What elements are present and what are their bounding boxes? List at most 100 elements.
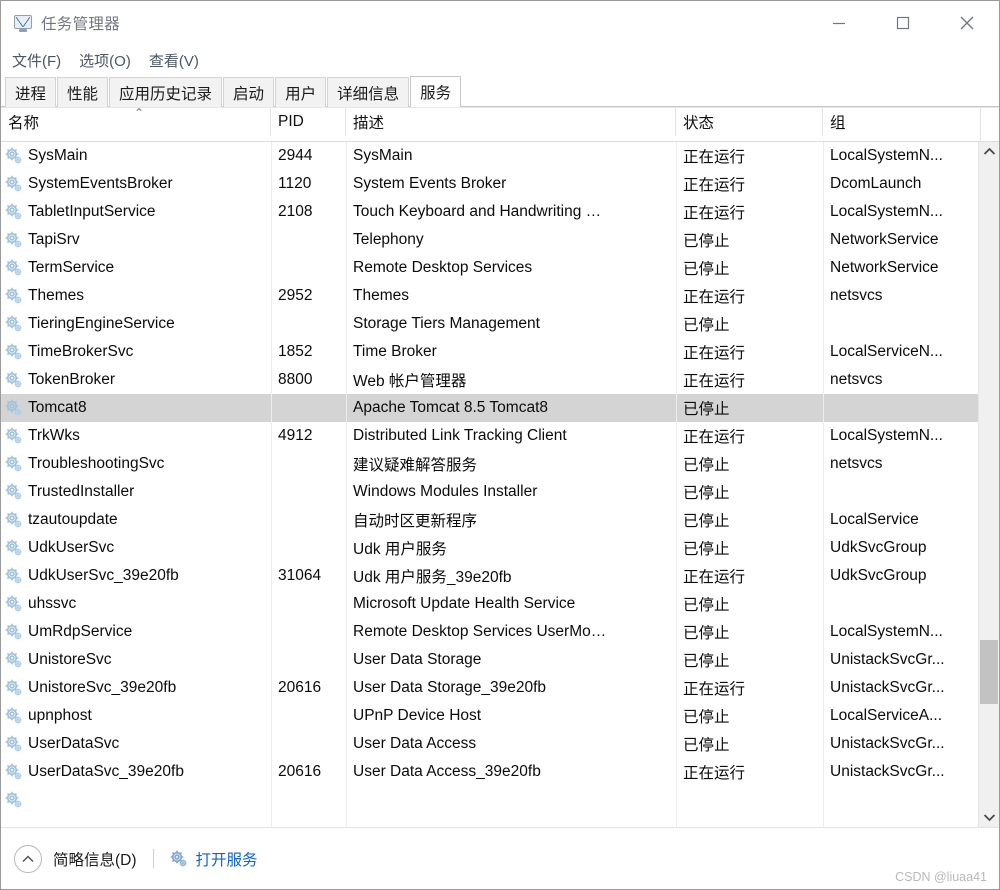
column-header-pid[interactable]: PID [271,108,346,136]
cell-status: 已停止 [683,485,730,502]
tab-performance[interactable]: 性能 [57,77,109,107]
maximize-button[interactable] [871,1,935,45]
table-row[interactable]: TokenBroker 8800 Web 帐户管理器 正在运行 netsvcs [1,366,978,394]
cell-name: UdkUserSvc_39e20fb [1,562,271,590]
tab-details[interactable]: 详细信息 [327,77,410,107]
table-row[interactable]: TroubleshootingSvc 建议疑难解答服务 已停止 netsvcs [1,450,978,478]
cell-group: NetworkService [830,259,939,276]
table-row[interactable]: TrkWks 4912 Distributed Link Tracking Clie… [1,422,978,450]
table-header: 名称 ⌃ PID 描述 状态 组 [1,108,999,142]
cell-pid: 2108 [278,203,313,220]
cell-desc: Distributed Link Tracking Client [353,427,567,444]
tab-startup[interactable]: 启动 [223,77,275,107]
service-name-label: TrustedInstaller [28,483,135,500]
table-row[interactable]: SysMain 2944 SysMain 正在运行 LocalSystemN... [1,142,978,170]
table-row[interactable]: UmRdpService Remote Desktop Services User… [1,618,978,646]
cell-pid [271,254,346,282]
service-name-label: tzautoupdate [28,511,118,528]
column-header-group[interactable]: 组 [823,108,980,136]
minimize-button[interactable] [807,1,871,45]
table-row[interactable] [1,786,978,814]
table-row[interactable]: TabletInputService 2108 Touch Keyboard and… [1,198,978,226]
close-button[interactable] [935,1,999,45]
table-row[interactable]: upnphost UPnP Device Host 已停止 LocalServiceA… [1,702,978,730]
table-row[interactable]: SystemEventsBroker 1120 System Events Brok… [1,170,978,198]
fewer-details-label: 简略信息(D) [53,851,137,869]
cell-status: 正在运行 [683,681,746,698]
menu-item-view[interactable]: 查看(V) [149,50,199,71]
cell-desc: User Data Access_39e20fb [353,763,541,780]
tab-app-history[interactable]: 应用历史记录 [109,77,223,107]
scroll-down-button[interactable] [979,808,999,827]
cell-name: TapiSrv [1,226,271,254]
cell-pid: 2944 [278,147,313,164]
cell-pid: 8800 [278,371,313,388]
cell-desc: Telephony [353,231,424,248]
service-name-label: UdkUserSvc_39e20fb [28,567,179,584]
table-row[interactable]: UdkUserSvc_39e20fb 31064 Udk 用户服务_39e20fb 正… [1,562,978,590]
table-row[interactable]: UserDataSvc User Data Access 已停止 UnistackSv… [1,730,978,758]
cell-pid [271,394,346,422]
table-row[interactable]: UdkUserSvc Udk 用户服务 已停止 UdkSvcGroup [1,534,978,562]
service-gear-icon [5,567,23,585]
cell-status: 已停止 [683,457,730,474]
vertical-scrollbar[interactable] [978,142,999,827]
menu-item-file[interactable]: 文件(F) [12,50,61,71]
service-gear-icon [5,399,23,417]
cell-group [823,786,978,814]
service-gear-icon [5,707,23,725]
table-row[interactable]: TrustedInstaller Windows Modules Installe… [1,478,978,506]
cell-group: UnistackSvcGr... [830,679,945,696]
table-row[interactable]: TieringEngineService Storage Tiers Manage… [1,310,978,338]
cell-status: 正在运行 [683,177,746,194]
scroll-up-button[interactable] [979,142,999,161]
table-row[interactable]: UnistoreSvc User Data Storage 已停止 UnistackS… [1,646,978,674]
table-row[interactable]: TimeBrokerSvc 1852 Time Broker 正在运行 LocalSer… [1,338,978,366]
cell-group: LocalSystemN... [830,147,943,164]
cell-name: UnistoreSvc_39e20fb [1,674,271,702]
service-name-label: TermService [28,259,115,276]
table-row[interactable]: TermService Remote Desktop Services 已停止 Net… [1,254,978,282]
open-services-button[interactable]: 打开服务 [170,848,258,870]
tab-services[interactable]: 服务 [410,76,462,107]
column-header-description[interactable]: 描述 [346,108,676,136]
service-name-label: uhssvc [28,595,77,612]
service-gear-icon [5,455,23,473]
table-row[interactable]: tzautoupdate 自动时区更新程序 已停止 LocalService [1,506,978,534]
table-row[interactable]: Themes 2952 Themes 正在运行 netsvcs [1,282,978,310]
table-rows: SysMain 2944 SysMain 正在运行 LocalSystemN... Sys… [1,142,978,827]
cell-group: netsvcs [830,287,883,304]
cell-name: TermService [1,254,271,282]
title-bar: 任务管理器 [1,1,999,45]
cell-desc [346,786,676,814]
cell-group [823,310,978,338]
tab-processes[interactable]: 进程 [5,77,57,107]
cell-desc: Time Broker [353,343,437,360]
table-row[interactable]: Tomcat8 Apache Tomcat 8.5 Tomcat8 已停止 [1,394,978,422]
service-name-label: upnphost [28,707,92,724]
column-header-name[interactable]: 名称 ⌃ [1,108,271,136]
cell-desc: User Data Storage_39e20fb [353,679,547,696]
fewer-details-button[interactable]: 简略信息(D) [14,844,137,873]
table-row[interactable]: UserDataSvc_39e20fb 20616 User Data Access… [1,758,978,786]
services-panel: 名称 ⌃ PID 描述 状态 组 SysMain 2944 SysMain 正在运行 L… [1,107,999,827]
service-gear-icon [5,427,23,445]
tab-users[interactable]: 用户 [275,77,327,107]
table-row[interactable]: uhssvc Microsoft Update Health Service 已停止 [1,590,978,618]
cell-pid [271,618,346,646]
cell-name: TimeBrokerSvc [1,338,271,366]
column-header-status[interactable]: 状态 [676,108,823,136]
cell-name: TrustedInstaller [1,478,271,506]
bottom-separator [152,849,154,868]
cell-group: NetworkService [830,231,939,248]
table-row[interactable]: TapiSrv Telephony 已停止 NetworkService [1,226,978,254]
scrollbar-track[interactable] [979,161,999,808]
service-gear-icon [5,315,23,333]
cell-name [1,786,271,814]
cell-pid [271,478,346,506]
scrollbar-thumb[interactable] [980,639,998,705]
table-row[interactable]: UnistoreSvc_39e20fb 20616 User Data Storag… [1,674,978,702]
cell-desc: Remote Desktop Services UserMo… [353,623,607,640]
task-manager-window: 任务管理器 文件(F) 选项(O) 查看(V) 进程 性能 应用历史记录 启动 … [0,0,1000,890]
menu-item-options[interactable]: 选项(O) [79,50,131,71]
